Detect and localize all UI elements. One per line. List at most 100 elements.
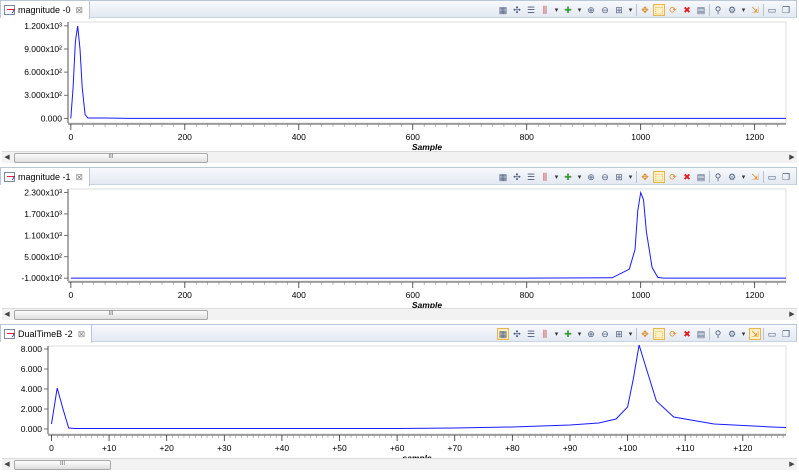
y-tick-label: 9.000x10² (24, 44, 62, 54)
scroll-right-icon[interactable]: ▶ (787, 309, 797, 320)
scroll-left-icon[interactable]: ◀ (2, 459, 12, 470)
delete-icon[interactable]: ✖ (681, 328, 693, 340)
minimize-icon[interactable]: ▭ (766, 171, 778, 183)
scroll-thumb[interactable]: III (14, 310, 208, 320)
x-tick-label: 600 (406, 290, 420, 300)
dropdown-icon[interactable]: ▾ (740, 328, 747, 340)
scroll-left-icon[interactable]: ◀ (2, 309, 12, 320)
dropdown-icon[interactable]: ▾ (553, 328, 560, 340)
chart-2: 8.000 6.000 4.000 2.000 0.000 0 +10 +20 +30 +40 +5… (21, 344, 787, 460)
measure-icon[interactable]: ⫼ (539, 4, 551, 16)
measure-icon[interactable]: ⫼ (539, 171, 551, 183)
dropdown-icon[interactable]: ▾ (740, 171, 747, 183)
toolbar-separator (709, 328, 710, 340)
minimize-icon[interactable]: ▭ (766, 4, 778, 16)
select-icon[interactable]: ⬚ (653, 4, 665, 16)
y-tick-label: 8.000 (21, 344, 43, 354)
toggle-icon[interactable]: ☰ (525, 328, 537, 340)
close-icon[interactable]: ⊠ (78, 329, 86, 340)
add-icon[interactable]: ✚ (562, 4, 574, 16)
zoom-fit-icon[interactable]: ⊞ (613, 328, 625, 340)
toggle-icon[interactable]: ☰ (525, 4, 537, 16)
dropdown-icon[interactable]: ▾ (627, 4, 634, 16)
cursor-icon[interactable]: ✣ (511, 328, 523, 340)
scroll-left-icon[interactable]: ◀ (2, 152, 12, 163)
cursor-icon[interactable]: ✣ (511, 171, 523, 183)
close-icon[interactable]: ⊠ (76, 172, 84, 183)
zoom-out-icon[interactable]: ⊖ (599, 328, 611, 340)
dropdown-icon[interactable]: ▾ (627, 171, 634, 183)
restore-icon[interactable]: ❐ (780, 328, 792, 340)
restore-icon[interactable]: ❐ (780, 4, 792, 16)
chart-toolbar: ▦ ✣ ☰ ⫼ ▾ ✚ ▾ ⊕ ⊖ ⊞ ▾ ✥ ⬚ ⟳ ✖ ▤ ⚲ ⚙ ▾ ⇲ ▭ ❐ (497, 170, 792, 184)
align-icon[interactable]: ▦ (497, 4, 509, 16)
pan-icon[interactable]: ✥ (639, 328, 651, 340)
scroll-thumb[interactable]: III (14, 460, 111, 470)
select-icon[interactable]: ⬚ (653, 171, 665, 183)
export-icon[interactable]: ⇲ (749, 328, 761, 340)
table-icon[interactable]: ▤ (695, 4, 707, 16)
toolbar-separator (636, 328, 637, 340)
export-icon[interactable]: ⇲ (749, 4, 761, 16)
dropdown-icon[interactable]: ▾ (553, 4, 560, 16)
zoom-in-icon[interactable]: ⊕ (585, 171, 597, 183)
binoculars-icon[interactable]: ⚲ (712, 171, 724, 183)
tab-magnitude-0[interactable]: magnitude -0 ⊠ (1, 1, 91, 19)
y-tick-label: 0.000 (41, 113, 63, 123)
zoom-out-icon[interactable]: ⊖ (599, 4, 611, 16)
export-icon[interactable]: ⇲ (749, 171, 761, 183)
close-icon[interactable]: ⊠ (76, 5, 84, 16)
settings-icon[interactable]: ⚙ (726, 328, 738, 340)
delete-icon[interactable]: ✖ (681, 4, 693, 16)
restore-icon[interactable]: ❐ (780, 171, 792, 183)
dropdown-icon[interactable]: ▾ (627, 328, 634, 340)
measure-icon[interactable]: ⫼ (539, 328, 551, 340)
chart-panel-2: DualTimeB -2 ⊠ ▦ ✣ ☰ ⫼ ▾ ✚ ▾ ⊕ ⊖ ⊞ ▾ ✥ ⬚ ⟳ ✖ ▤ ⚲ ⚙ ▾ ⇲ ▭ ❐ 8.… (0, 324, 799, 474)
horizontal-scrollbar[interactable]: ◀ III ▶ (2, 308, 797, 320)
refresh-icon[interactable]: ⟳ (667, 171, 679, 183)
binoculars-icon[interactable]: ⚲ (712, 4, 724, 16)
dropdown-icon[interactable]: ▾ (576, 4, 583, 16)
toolbar-separator (763, 328, 764, 340)
scroll-right-icon[interactable]: ▶ (787, 459, 797, 470)
settings-icon[interactable]: ⚙ (726, 4, 738, 16)
x-tick-label: +30 (217, 443, 232, 453)
toggle-icon[interactable]: ☰ (525, 171, 537, 183)
tab-dualtimeb-2[interactable]: DualTimeB -2 ⊠ (1, 325, 93, 343)
horizontal-scrollbar[interactable]: ◀ III ▶ (2, 151, 797, 163)
zoom-in-icon[interactable]: ⊕ (585, 328, 597, 340)
y-tick-label: -1.000x10² (21, 273, 62, 283)
binoculars-icon[interactable]: ⚲ (712, 328, 724, 340)
delete-icon[interactable]: ✖ (681, 171, 693, 183)
x-tick-label: 1000 (631, 132, 650, 142)
horizontal-scrollbar[interactable]: ◀ III ▶ (2, 458, 797, 470)
table-icon[interactable]: ▤ (695, 328, 707, 340)
settings-icon[interactable]: ⚙ (726, 171, 738, 183)
scroll-thumb[interactable]: III (14, 153, 208, 163)
dropdown-icon[interactable]: ▾ (740, 4, 747, 16)
zoom-in-icon[interactable]: ⊕ (585, 4, 597, 16)
minimize-icon[interactable]: ▭ (766, 328, 778, 340)
zoom-out-icon[interactable]: ⊖ (599, 171, 611, 183)
table-icon[interactable]: ▤ (695, 171, 707, 183)
refresh-icon[interactable]: ⟳ (667, 328, 679, 340)
y-tick-label: 2.000 (21, 404, 43, 414)
dropdown-icon[interactable]: ▾ (576, 171, 583, 183)
dropdown-icon[interactable]: ▾ (553, 171, 560, 183)
pan-icon[interactable]: ✥ (639, 4, 651, 16)
add-icon[interactable]: ✚ (562, 171, 574, 183)
zoom-fit-icon[interactable]: ⊞ (613, 171, 625, 183)
refresh-icon[interactable]: ⟳ (667, 4, 679, 16)
chart-icon (4, 5, 15, 15)
dropdown-icon[interactable]: ▾ (576, 328, 583, 340)
pan-icon[interactable]: ✥ (639, 171, 651, 183)
cursor-icon[interactable]: ✣ (511, 4, 523, 16)
x-tick-label: +80 (505, 443, 520, 453)
align-icon[interactable]: ▦ (497, 328, 509, 340)
scroll-right-icon[interactable]: ▶ (787, 152, 797, 163)
tab-magnitude-1[interactable]: magnitude -1 ⊠ (1, 168, 91, 186)
add-icon[interactable]: ✚ (562, 328, 574, 340)
zoom-fit-icon[interactable]: ⊞ (613, 4, 625, 16)
align-icon[interactable]: ▦ (497, 171, 509, 183)
select-icon[interactable]: ⬚ (653, 328, 665, 340)
